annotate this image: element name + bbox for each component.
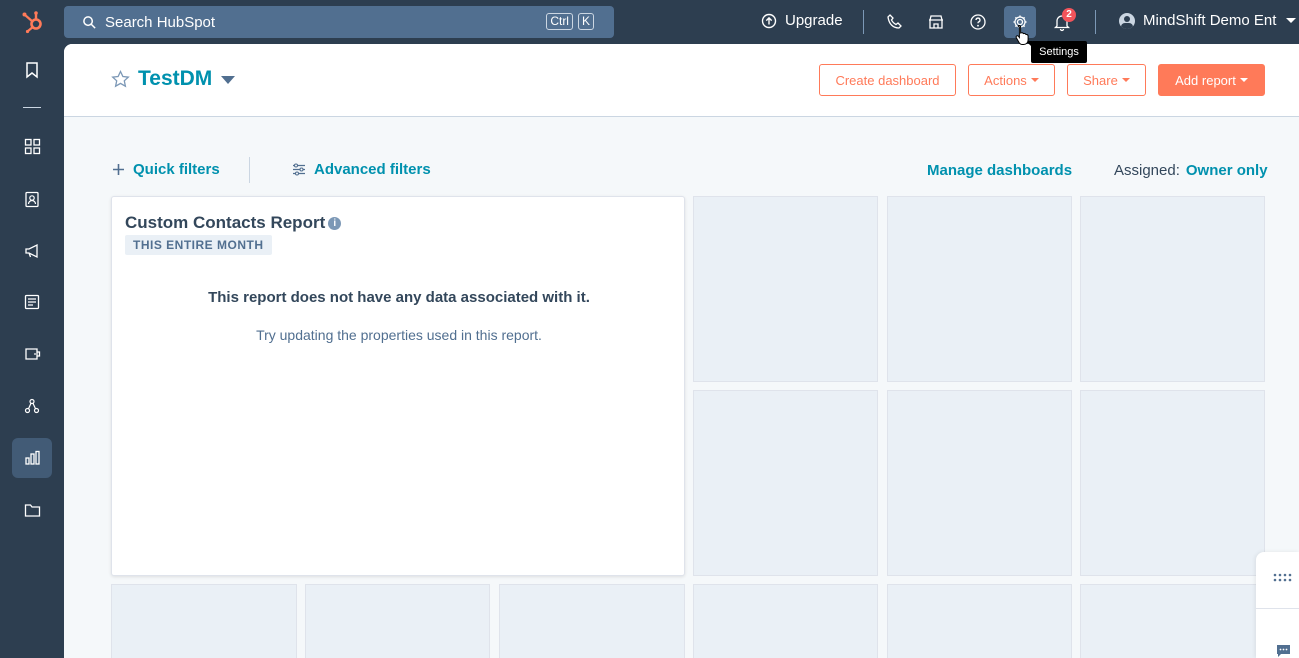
add-report-button[interactable]: Add report [1158, 64, 1265, 96]
marketing-megaphone-icon [24, 243, 38, 259]
chevron-down-icon [1239, 78, 1248, 82]
content-icon [24, 294, 40, 310]
assigned-value-link[interactable]: Owner only [1186, 162, 1268, 179]
upgrade-arrow-icon [761, 13, 777, 28]
commerce-wallet-icon [24, 348, 40, 360]
add-report-label: Add report [1175, 72, 1236, 88]
manage-dashboards-link[interactable]: Manage dashboards [927, 162, 1072, 179]
report-placeholder [887, 196, 1072, 382]
advanced-filters-button[interactable]: Advanced filters [292, 161, 431, 178]
drag-handle-icon[interactable] [1273, 573, 1295, 583]
info-icon[interactable]: i [328, 216, 342, 230]
account-name: MindShift Demo Ent [1143, 12, 1277, 29]
report-title[interactable]: Custom Contacts Report i [125, 213, 342, 233]
report-placeholder [693, 196, 878, 382]
sidebar-item-commerce[interactable] [12, 334, 52, 374]
chevron-down-icon [1286, 18, 1297, 23]
search-placeholder: Search HubSpot [105, 13, 216, 31]
notification-badge: 2 [1062, 8, 1076, 22]
report-card[interactable]: Custom Contacts Report i THIS ENTIRE MON… [111, 196, 685, 576]
settings-tooltip: Settings [1026, 41, 1087, 63]
report-placeholder [111, 584, 297, 658]
plus-icon [113, 164, 124, 175]
chat-icon[interactable] [1276, 644, 1291, 658]
hand-cursor-icon [1015, 24, 1029, 45]
sidebar-item-content[interactable] [12, 282, 52, 322]
favorite-star-icon[interactable] [111, 70, 130, 88]
filter-divider [249, 157, 250, 183]
topbar-divider [1095, 10, 1096, 34]
advanced-filters-label: Advanced filters [314, 161, 431, 178]
sidebar-item-automation[interactable] [12, 386, 52, 426]
phone-icon[interactable] [885, 12, 905, 32]
topbar-divider [863, 10, 864, 34]
share-button[interactable]: Share [1067, 64, 1146, 96]
account-menu[interactable]: MindShift Demo Ent [1119, 12, 1297, 29]
marketplace-icon[interactable] [926, 12, 946, 32]
sidebar-item-library[interactable] [12, 490, 52, 530]
search-input[interactable]: Search HubSpot Ctrl K [64, 6, 614, 38]
report-placeholder [499, 584, 685, 658]
quick-filters-button[interactable]: Quick filters [112, 161, 220, 178]
sidebar-item-bookmarks[interactable] [12, 50, 52, 90]
sidebar-item-workspaces[interactable] [12, 126, 52, 166]
sliders-icon [293, 163, 305, 176]
sidebar-item-contacts[interactable] [12, 179, 52, 219]
upgrade-button[interactable]: Upgrade [761, 12, 843, 29]
dashboard-header: TestDM Create dashboard Actions Share Ad… [64, 44, 1299, 117]
sidebar-item-marketing[interactable] [12, 231, 52, 271]
panel-divider [1256, 608, 1299, 609]
dashboard-switcher-chevron-icon[interactable] [221, 76, 235, 84]
empty-state-subtitle: Try updating the properties used in this… [256, 327, 542, 343]
report-placeholder [693, 390, 878, 576]
chevron-down-icon [1121, 78, 1130, 82]
apps-grid-icon [24, 138, 40, 154]
report-placeholder [887, 584, 1072, 658]
empty-state-title: This report does not have any data assoc… [208, 289, 590, 306]
report-placeholder [887, 390, 1072, 576]
date-range-tag: THIS ENTIRE MONTH [125, 235, 272, 255]
automation-icon [24, 398, 40, 414]
report-placeholder [1080, 584, 1265, 658]
reports-icon [24, 450, 40, 465]
side-utility-panel [1256, 552, 1299, 658]
sidebar-item-reports[interactable] [12, 438, 52, 478]
actions-button[interactable]: Actions [968, 64, 1055, 96]
report-placeholder [1080, 196, 1265, 382]
report-placeholder [305, 584, 490, 658]
report-placeholder [693, 584, 878, 658]
search-icon [83, 15, 96, 29]
shortcut-key-k: K [577, 13, 594, 30]
bookmark-icon [26, 62, 38, 79]
sidebar-divider [23, 107, 41, 108]
report-title-text: Custom Contacts Report [125, 213, 326, 232]
create-dashboard-button[interactable]: Create dashboard [819, 64, 956, 96]
library-folder-icon [24, 503, 40, 517]
dashboard-title[interactable]: TestDM [138, 67, 212, 91]
actions-label: Actions [984, 72, 1027, 88]
create-dashboard-label: Create dashboard [835, 72, 940, 88]
share-label: Share [1083, 72, 1118, 88]
manage-dashboards-label: Manage dashboards [927, 162, 1073, 179]
contacts-icon [25, 191, 39, 207]
upgrade-label: Upgrade [785, 12, 843, 29]
report-placeholder [1080, 390, 1265, 576]
assigned-filter: Assigned: Owner only [1114, 162, 1268, 179]
quick-filters-label: Quick filters [133, 161, 220, 178]
sidebar-nav [0, 44, 64, 658]
assigned-label: Assigned: [1114, 162, 1180, 179]
search-shortcut: Ctrl K [546, 13, 594, 30]
chevron-down-icon [1030, 78, 1039, 82]
hubspot-logo-icon[interactable] [20, 9, 46, 35]
dashboard-main: TestDM Create dashboard Actions Share Ad… [64, 44, 1299, 658]
shortcut-key-ctrl: Ctrl [546, 13, 573, 30]
top-navigation-bar: Search HubSpot Ctrl K Upgrade 2 MindShif… [0, 0, 1299, 63]
avatar [1119, 12, 1135, 29]
help-icon[interactable] [968, 12, 988, 32]
filter-bar: Quick filters Advanced filters Manage da… [64, 157, 1299, 183]
